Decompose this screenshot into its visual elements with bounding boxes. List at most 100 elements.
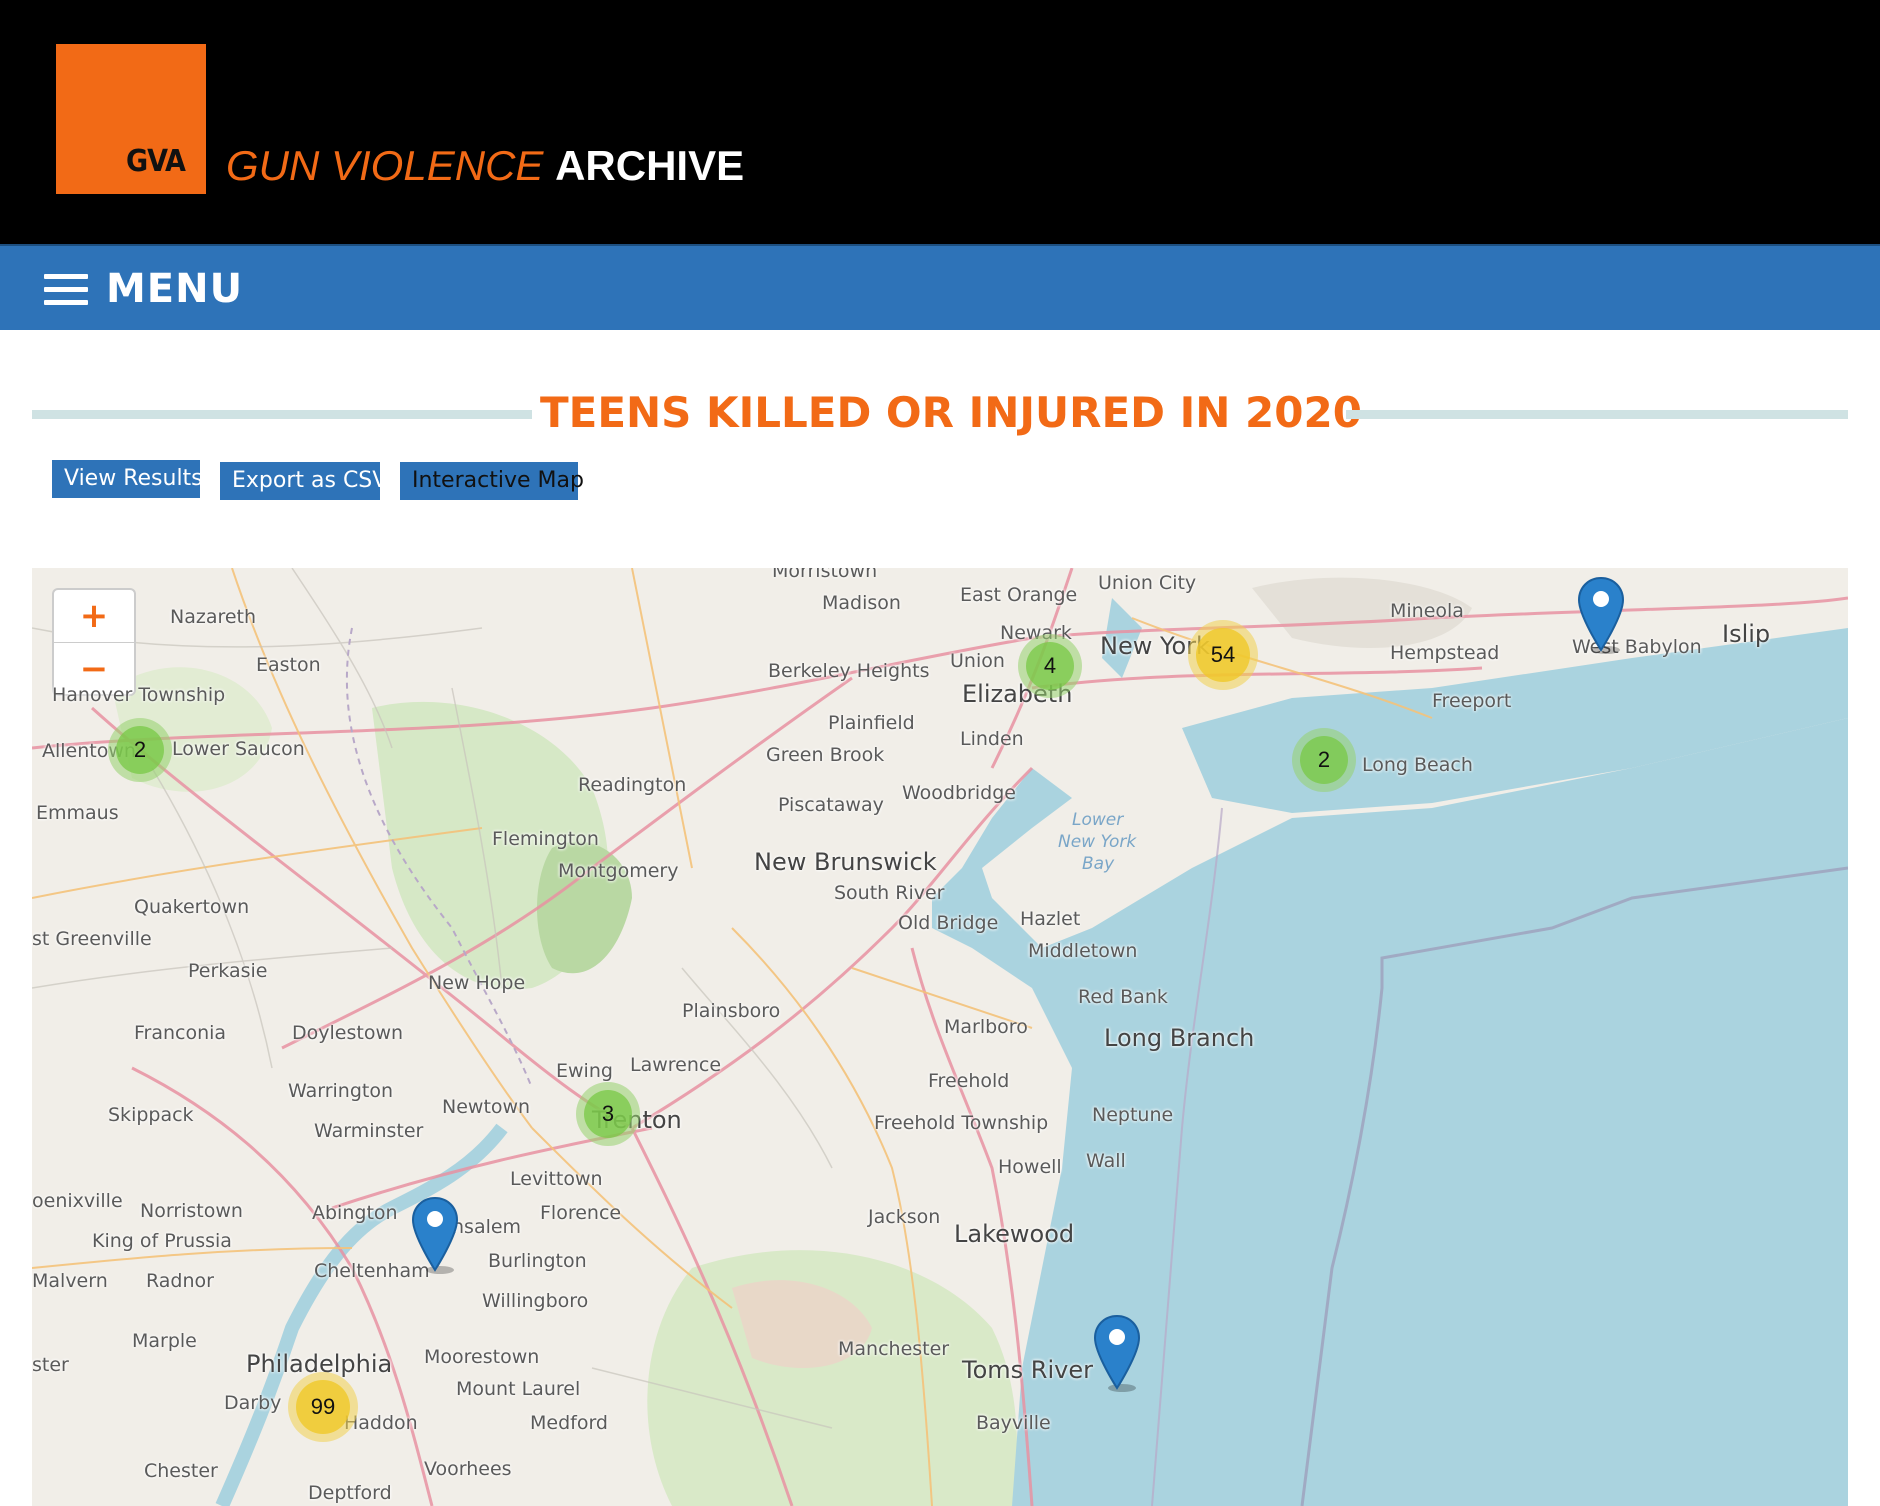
place-label: Red Bank [1078, 986, 1168, 1008]
zoom-control: + − [52, 588, 136, 696]
place-label: Hempstead [1390, 642, 1500, 664]
place-label: oenixville [32, 1190, 123, 1212]
place-label: Voorhees [424, 1458, 512, 1480]
cluster-count: 3 [584, 1090, 632, 1138]
place-label: East Orange [960, 584, 1078, 606]
place-label: Warminster [314, 1120, 424, 1142]
place-label: Bay [1082, 854, 1115, 874]
place-label: New Brunswick [754, 848, 937, 876]
interactive-map[interactable]: + − Morristown Nazareth Easton Hanover T… [32, 568, 1848, 1506]
place-label: ster [32, 1354, 69, 1376]
place-label: Piscataway [778, 794, 884, 816]
place-label: Union City [1098, 572, 1197, 594]
place-label: Islip [1722, 620, 1771, 648]
place-label: Lawrence [630, 1054, 722, 1076]
place-label: Morristown [772, 568, 878, 582]
place-label: Lower Saucon [172, 738, 305, 760]
place-label: Manchester [838, 1338, 950, 1360]
place-label: Montgomery [558, 860, 679, 882]
map-pin-icon[interactable] [410, 1196, 460, 1276]
cluster-marker[interactable]: 3 [576, 1082, 640, 1146]
cluster-count: 4 [1026, 642, 1074, 690]
place-label: Marple [132, 1330, 197, 1352]
place-label: Franconia [134, 1022, 227, 1044]
export-csv-button[interactable]: Export as CSV [220, 462, 387, 500]
place-label: Long Beach [1362, 754, 1473, 776]
place-label: Levittown [510, 1168, 603, 1190]
place-label: Plainfield [828, 712, 915, 734]
menu-bar: MENU [0, 244, 1880, 330]
view-results-button[interactable]: View Results [52, 460, 203, 498]
place-label: nsalem [452, 1216, 522, 1238]
cluster-count: 2 [116, 726, 164, 774]
place-label: New Hope [428, 972, 526, 994]
place-label: Newtown [442, 1096, 531, 1118]
site-name-part2: ARCHIVE [555, 142, 745, 189]
place-label: Perkasie [188, 960, 268, 982]
place-label: Doylestown [292, 1022, 404, 1044]
cluster-count: 2 [1300, 736, 1348, 784]
place-label: Madison [822, 592, 901, 614]
place-label: Berkeley Heights [768, 660, 930, 682]
place-label: Toms River [962, 1356, 1093, 1384]
place-label: Wall [1086, 1150, 1126, 1172]
place-label: New York [1058, 832, 1137, 852]
place-label: Lower [1072, 810, 1124, 830]
site-name[interactable]: GUN VIOLENCE ARCHIVE [226, 142, 744, 190]
place-label: Plainsboro [682, 1000, 781, 1022]
place-label: Readington [578, 774, 687, 796]
place-label: Medford [530, 1412, 608, 1434]
cluster-marker[interactable]: 4 [1018, 634, 1082, 698]
place-label: Darby [224, 1392, 282, 1414]
place-label: Bayville [976, 1412, 1051, 1434]
place-label: Norristown [140, 1200, 243, 1222]
place-label: Malvern [32, 1270, 108, 1292]
place-label: Ewing [556, 1060, 613, 1082]
cluster-count: 54 [1196, 628, 1250, 682]
place-label: Deptford [308, 1482, 392, 1504]
menu-button[interactable]: MENU [106, 266, 243, 312]
place-label: Linden [960, 728, 1024, 750]
place-label: Skippack [108, 1104, 194, 1126]
place-label: Freehold Township [874, 1112, 1049, 1134]
cluster-marker[interactable]: 2 [108, 718, 172, 782]
page-title: TEENS KILLED OR INJURED IN 2020 [540, 388, 1362, 437]
place-label: Moorestown [424, 1346, 540, 1368]
cluster-marker[interactable]: 54 [1188, 620, 1258, 690]
place-label: Flemington [492, 828, 599, 850]
place-label: Freehold [928, 1070, 1010, 1092]
map-pin-icon[interactable] [1092, 1314, 1142, 1394]
place-label: Lakewood [954, 1220, 1075, 1248]
place-label: Willingboro [482, 1290, 589, 1312]
place-label: Old Bridge [898, 912, 999, 934]
place-label: Chester [144, 1460, 218, 1482]
place-label: Union [950, 650, 1005, 672]
place-label: Hanover Township [52, 684, 226, 706]
place-label: Middletown [1028, 940, 1138, 962]
cluster-marker[interactable]: 2 [1292, 728, 1356, 792]
place-label: Woodbridge [902, 782, 1016, 804]
place-label: Emmaus [36, 802, 119, 824]
title-rule-left [32, 410, 532, 419]
site-header: GVA GUN VIOLENCE ARCHIVE [0, 0, 1880, 244]
title-rule-right [1346, 410, 1848, 419]
map-pin-icon[interactable] [1576, 576, 1626, 656]
place-label: Mineola [1390, 600, 1464, 622]
place-label: Howell [998, 1156, 1062, 1178]
place-label: King of Prussia [92, 1230, 232, 1252]
site-name-part1: GUN VIOLENCE [226, 142, 544, 189]
place-label: Mount Laurel [456, 1378, 581, 1400]
place-label: Radnor [146, 1270, 214, 1292]
place-label: st Greenville [32, 928, 152, 950]
interactive-map-button[interactable]: Interactive Map [400, 462, 584, 500]
site-logo[interactable]: GVA [56, 44, 206, 194]
place-label: Nazareth [170, 606, 257, 628]
cluster-marker[interactable]: 99 [288, 1372, 358, 1442]
place-label: Easton [256, 654, 321, 676]
hamburger-icon[interactable] [44, 274, 88, 308]
place-label: Burlington [488, 1250, 587, 1272]
place-label: Marlboro [944, 1016, 1028, 1038]
place-label: Hazlet [1020, 908, 1081, 930]
cluster-count: 99 [296, 1380, 350, 1434]
zoom-in-button[interactable]: + [54, 590, 134, 643]
